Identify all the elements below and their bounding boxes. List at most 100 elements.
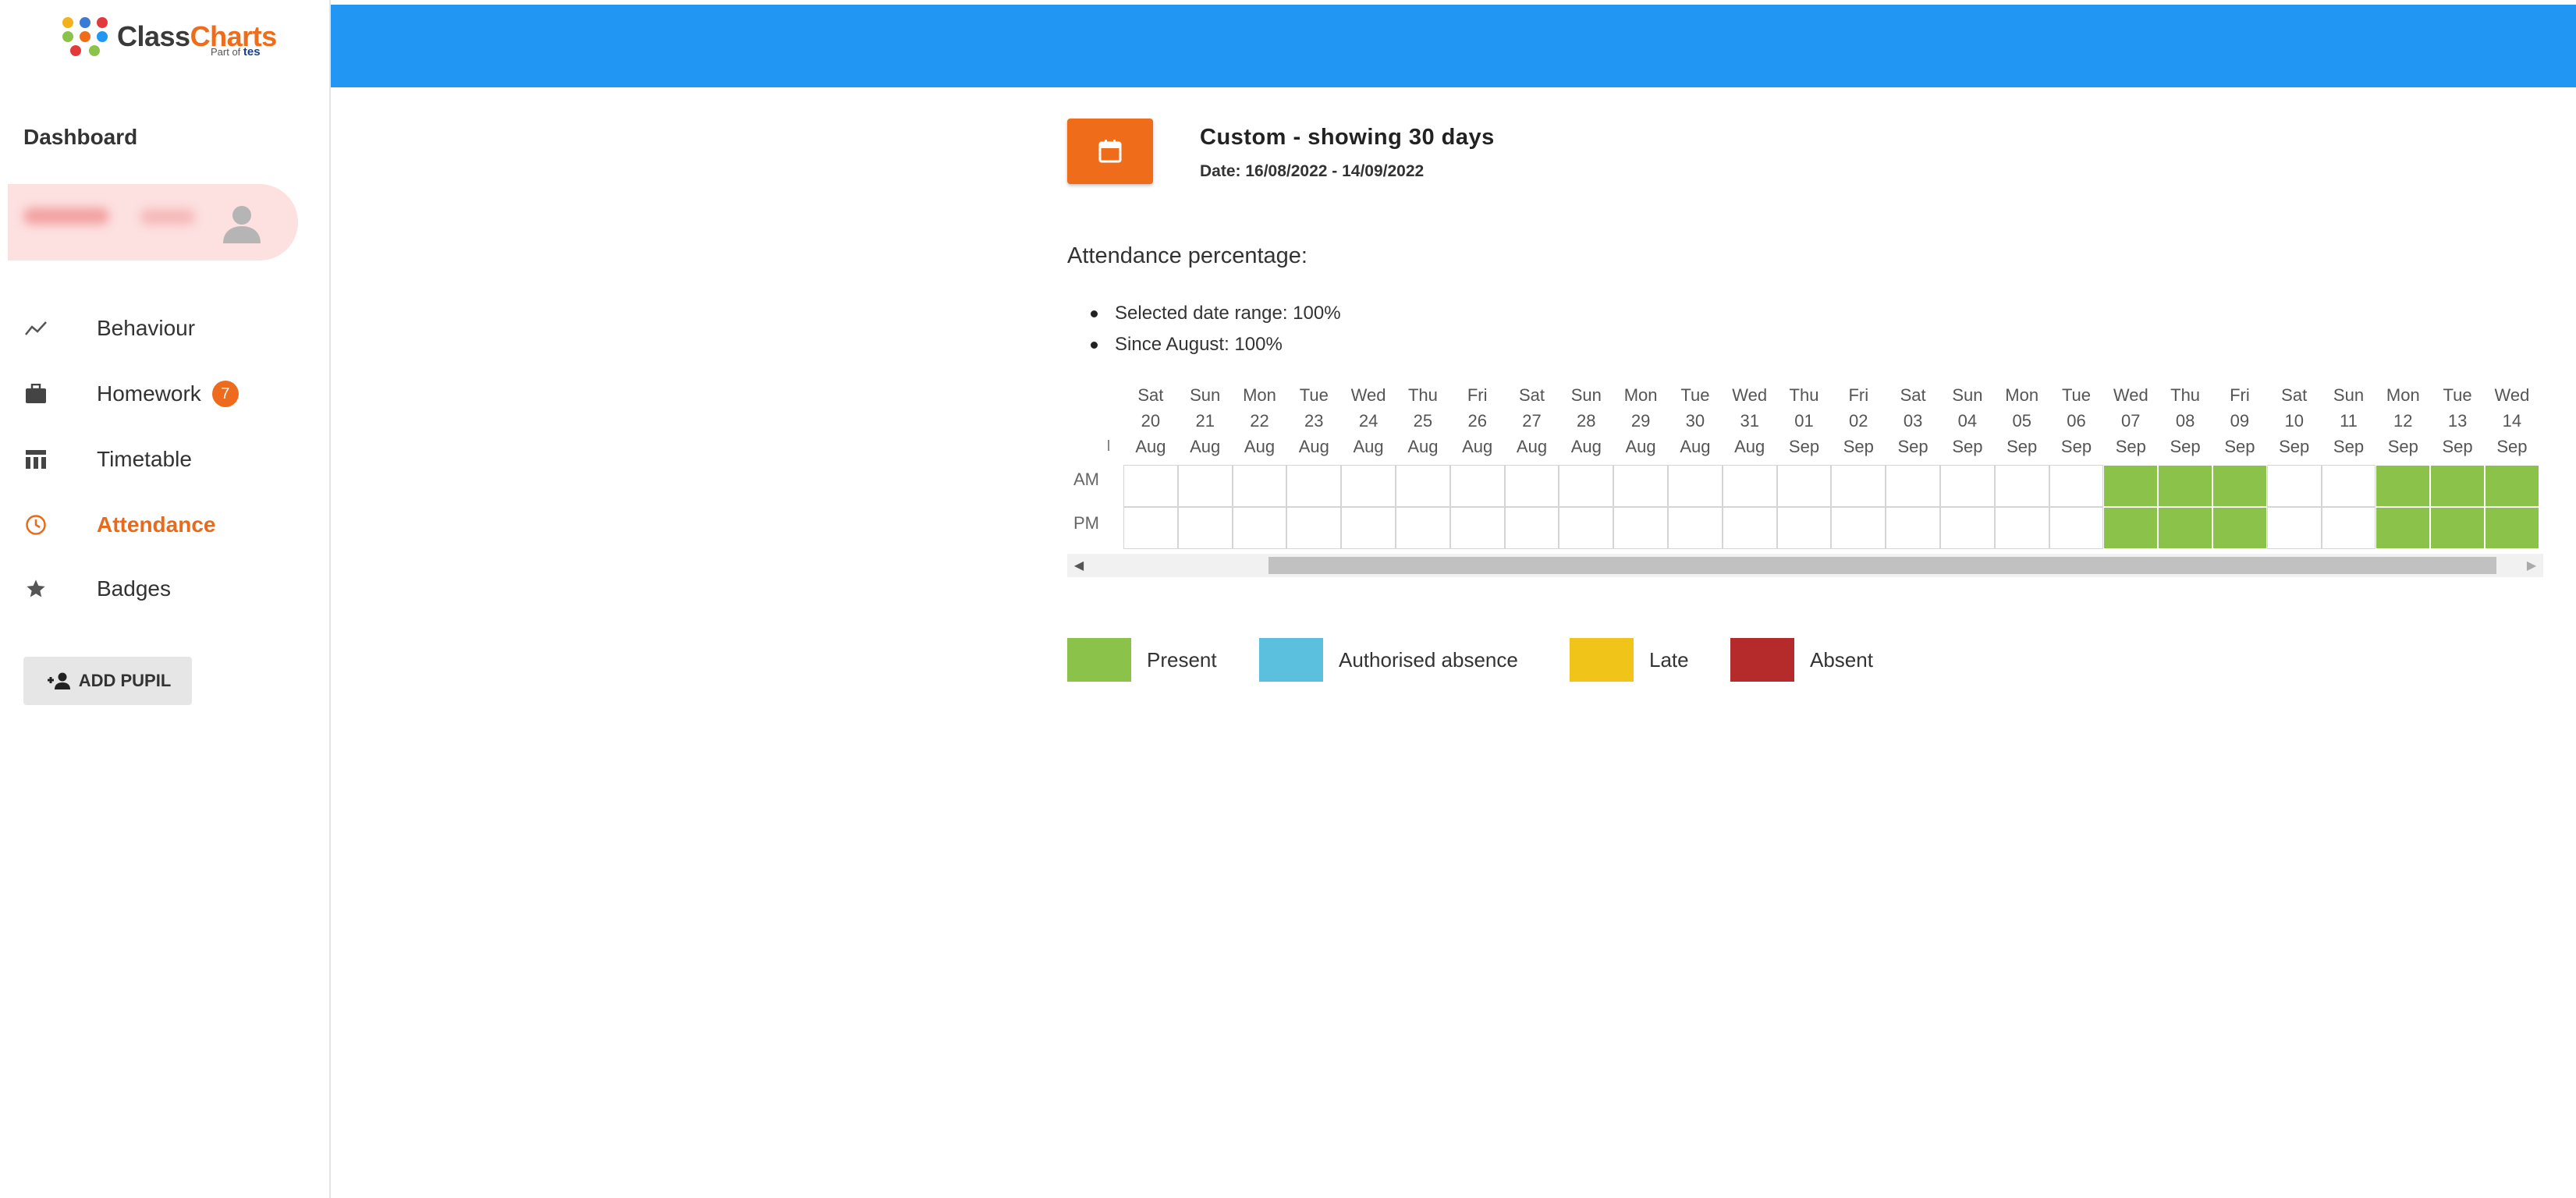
day-header-dow: Mon <box>2386 385 2420 405</box>
legend-authorised-absence: Authorised absence <box>1259 638 1518 682</box>
day-header-mon: Aug <box>1244 437 1276 456</box>
pupil-card[interactable] <box>8 184 298 261</box>
day-header-day: 25 <box>1413 411 1433 431</box>
day-header-mon: Aug <box>1734 437 1765 456</box>
am-cell <box>1831 465 1886 507</box>
pm-cell <box>2430 507 2485 549</box>
dashboard-title[interactable]: Dashboard <box>23 125 137 150</box>
day-header: Wed 07 Sep <box>2103 382 2158 459</box>
day-header-dow: Tue <box>2443 385 2472 405</box>
header-tick <box>1108 440 1109 451</box>
avatar <box>223 206 261 243</box>
am-cell <box>2266 465 2322 507</box>
day-header: Mon 22 Aug <box>1233 382 1287 459</box>
day-header-day: 30 <box>1685 411 1705 431</box>
day-header: Tue 30 Aug <box>1668 382 1723 459</box>
pm-cell <box>1232 507 1287 549</box>
date-range-button[interactable] <box>1067 119 1153 184</box>
day-header-day: 12 <box>2393 411 2413 431</box>
scrollbar-thumb[interactable] <box>1268 557 2496 574</box>
legend-absent: Absent <box>1730 638 1873 682</box>
day-header-dow: Tue <box>1299 385 1329 405</box>
horizontal-scrollbar[interactable]: ◀ ▶ <box>1067 554 2543 577</box>
day-header-dow: Sun <box>1952 385 1983 405</box>
sidebar-item-label: Homework <box>97 381 201 406</box>
day-header-day: 02 <box>1849 411 1868 431</box>
day-header-mon: Sep <box>2333 437 2365 456</box>
pm-cell <box>2485 507 2539 549</box>
day-header-mon: Sep <box>1952 437 1983 456</box>
day-header: Thu 01 Sep <box>1777 382 1832 459</box>
day-header: Tue 23 Aug <box>1286 382 1341 459</box>
legend-late: Late <box>1570 638 1689 682</box>
day-header-day: 31 <box>1740 411 1759 431</box>
am-cell <box>1613 465 1668 507</box>
day-header-dow: Mon <box>1243 385 1276 405</box>
day-header-dow: Tue <box>2061 385 2092 405</box>
sidebar-item-homework[interactable]: Homework 7 <box>23 374 239 413</box>
day-header-day: 26 <box>1467 411 1487 431</box>
sidebar: ClassCharts Part of tes Dashboard Behavi… <box>0 0 331 1198</box>
add-pupil-label: ADD PUPIL <box>78 671 172 690</box>
day-header-mon: Sep <box>1897 437 1928 456</box>
row-label-pm: PM <box>1073 513 1099 533</box>
day-header-dow: Wed <box>2113 385 2148 405</box>
pm-cell <box>1504 507 1559 549</box>
pm-cell <box>2158 507 2212 549</box>
am-cell <box>1776 465 1832 507</box>
am-cell <box>2103 465 2159 507</box>
pm-cell <box>1722 507 1777 549</box>
day-header-day: 11 <box>2340 411 2358 431</box>
scroll-left-icon[interactable]: ◀ <box>1067 554 1091 577</box>
classcharts-logo[interactable]: ClassCharts Part of tes <box>62 11 277 62</box>
pm-cell <box>1449 507 1505 549</box>
day-header: Tue 13 Sep <box>2430 382 2485 459</box>
top-bar <box>331 5 2576 87</box>
day-header-mon: Sep <box>1843 437 1874 456</box>
timetable-icon <box>23 447 48 472</box>
day-header: Wed 31 Aug <box>1723 382 1777 459</box>
day-header-mon: Sep <box>2279 437 2310 456</box>
sidebar-item-timetable[interactable]: Timetable <box>23 440 192 479</box>
stat-since-august: Since August: 100% <box>1091 329 1341 360</box>
sidebar-item-badges[interactable]: Badges <box>23 569 171 608</box>
day-header-mon: Sep <box>2387 437 2418 456</box>
day-header-dow: Thu <box>1407 385 1438 405</box>
am-cell <box>1449 465 1505 507</box>
day-header-mon: Aug <box>1516 437 1548 456</box>
day-header-mon: Aug <box>1190 437 1221 456</box>
am-cell <box>1504 465 1559 507</box>
legend-label: Absent <box>1810 647 1873 672</box>
logo-burst-icon <box>62 17 109 56</box>
day-header: Sun 04 Sep <box>1940 382 1995 459</box>
day-header: Thu 08 Sep <box>2158 382 2212 459</box>
day-header: Sun 28 Aug <box>1559 382 1613 459</box>
sidebar-item-attendance[interactable]: Attendance <box>23 505 215 544</box>
legend-swatch-present <box>1067 638 1131 682</box>
day-header: Sat 20 Aug <box>1123 382 1178 459</box>
legend-swatch-absent <box>1730 638 1794 682</box>
am-cell <box>1668 465 1723 507</box>
sidebar-item-label: Badges <box>97 576 171 601</box>
calendar-icon <box>1098 140 1122 163</box>
am-cell <box>2158 465 2212 507</box>
day-header: Fri 26 Aug <box>1450 382 1505 459</box>
day-header: Sat 10 Sep <box>2267 382 2322 459</box>
day-header-dow: Sun <box>1190 385 1221 405</box>
pm-cell <box>2266 507 2322 549</box>
day-header-mon: Aug <box>1135 437 1166 456</box>
sidebar-item-behaviour[interactable]: Behaviour <box>23 309 195 348</box>
day-header-dow: Thu <box>2170 385 2201 405</box>
day-header-dow: Fri <box>2230 385 2250 405</box>
stat-selected-range: Selected date range: 100% <box>1091 298 1341 329</box>
day-header-day: 05 <box>2012 411 2031 431</box>
add-pupil-button[interactable]: ADD PUPIL <box>23 657 192 705</box>
day-header-day: 03 <box>1903 411 1923 431</box>
day-header-day: 09 <box>2230 411 2250 431</box>
scroll-right-icon[interactable]: ▶ <box>2520 554 2543 577</box>
day-header: Sat 03 Sep <box>1886 382 1940 459</box>
pm-cell <box>1994 507 2049 549</box>
am-cell <box>2321 465 2376 507</box>
day-header: Sun 21 Aug <box>1178 382 1233 459</box>
day-header-mon: Sep <box>2496 437 2528 456</box>
